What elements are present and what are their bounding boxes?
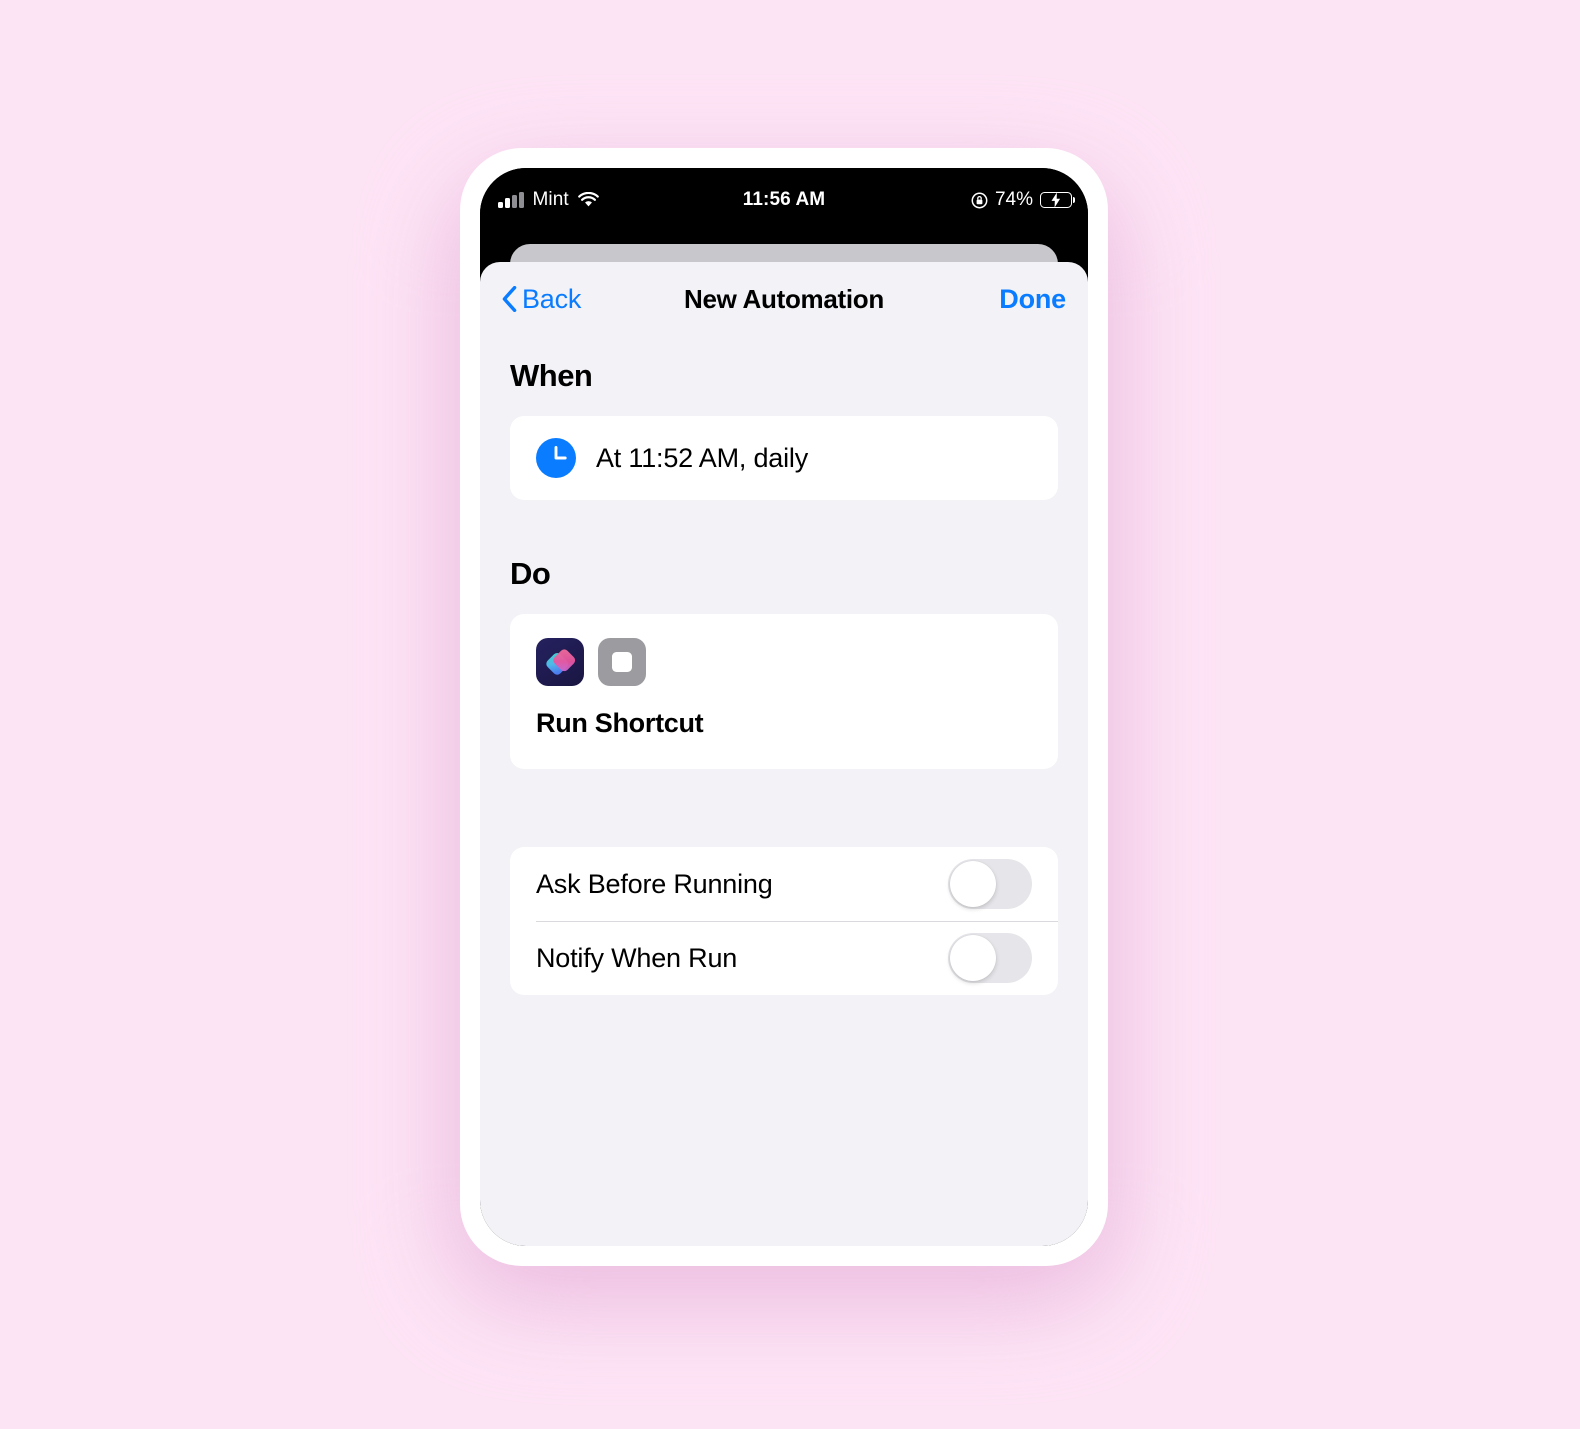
toggle-ask-before-running[interactable] [948,859,1032,909]
chevron-left-icon [502,286,517,312]
option-row-ask-before-running[interactable]: Ask Before Running [510,847,1058,921]
phone-screen: Mint 11:56 AM 74% Back New Automation Do… [480,168,1088,1246]
done-button[interactable]: Done [999,284,1066,315]
section-heading-when: When [510,358,593,393]
option-row-notify-when-run[interactable]: Notify When Run [510,921,1058,995]
toggle-notify-when-run[interactable] [948,933,1032,983]
navigation-bar: Back New Automation Done [480,262,1088,336]
rotation-lock-icon [971,192,988,209]
clock-icon [536,438,576,478]
option-label-ask-before-running: Ask Before Running [536,868,773,899]
do-action-card[interactable]: Run Shortcut [510,614,1058,769]
back-button-label: Back [522,283,582,314]
battery-percent-label: 74% [994,189,1033,210]
section-heading-do: Do [510,556,551,591]
phone-device-frame: Mint 11:56 AM 74% Back New Automation Do… [460,148,1108,1266]
when-trigger-card[interactable]: At 11:52 AM, daily [510,416,1058,500]
do-action-label: Run Shortcut [536,708,704,738]
stop-square-icon [598,638,646,686]
status-bar-right: 74% [971,189,1076,211]
option-label-notify-when-run: Notify When Run [536,942,738,973]
new-automation-sheet: Back New Automation Done When At 11:52 A… [480,262,1088,1246]
back-button[interactable]: Back [502,284,581,315]
status-bar: Mint 11:56 AM 74% [480,168,1088,232]
automation-options-card: Ask Before Running Notify When Run [510,847,1058,995]
do-action-icons [536,638,1032,686]
when-trigger-label: At 11:52 AM, daily [596,442,809,473]
shortcuts-app-icon [536,638,584,686]
battery-charging-icon [1040,192,1076,208]
when-trigger-row[interactable]: At 11:52 AM, daily [510,416,1058,500]
